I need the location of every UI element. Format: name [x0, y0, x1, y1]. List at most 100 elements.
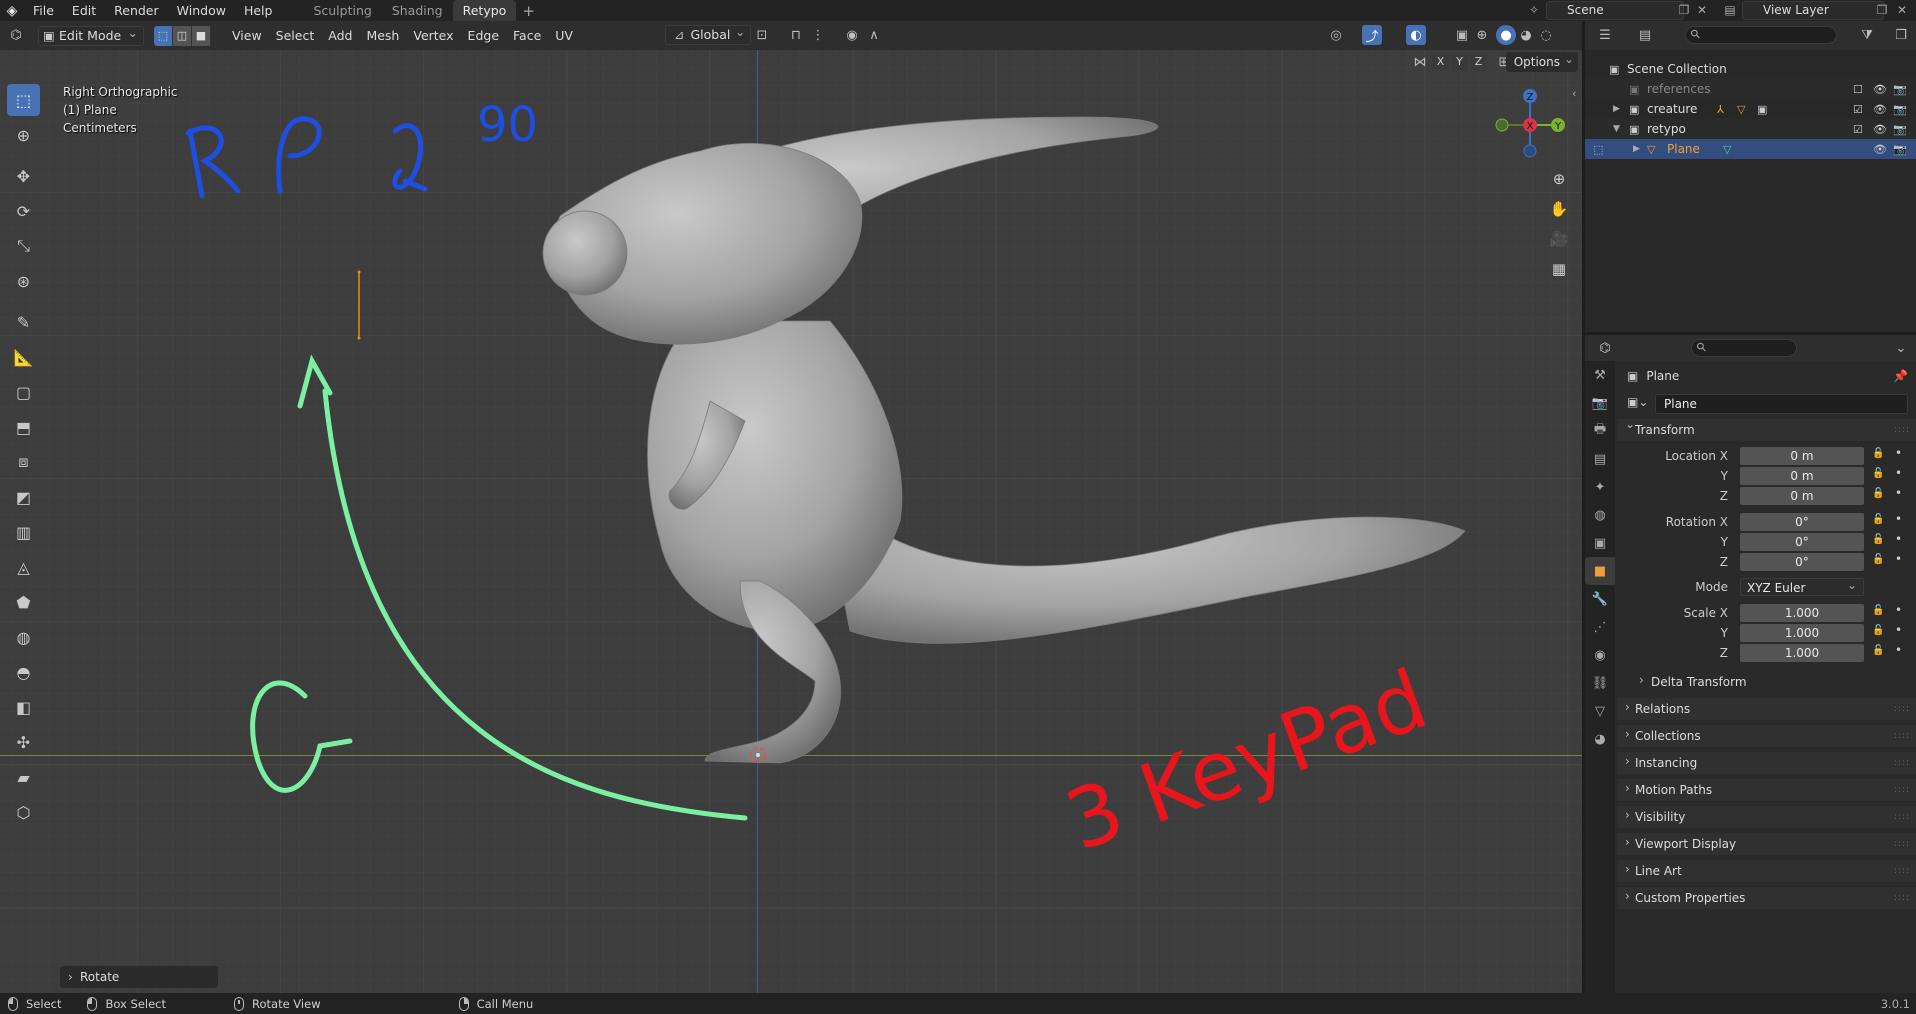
scale-z-field[interactable]: 1.000: [1740, 644, 1864, 662]
material-tab-icon[interactable]: ◕: [1585, 725, 1615, 753]
annotate-tool-icon[interactable]: ✎: [7, 306, 40, 338]
bevel-tool-icon[interactable]: ◩: [7, 481, 40, 513]
menu-vertex[interactable]: Vertex: [406, 26, 460, 46]
axis-z-button[interactable]: Z: [1470, 53, 1487, 71]
outliner-search-input[interactable]: [1685, 26, 1837, 44]
scene-tab-icon[interactable]: ✦: [1585, 473, 1615, 501]
select-box-tool-icon[interactable]: ⬚: [7, 84, 40, 116]
scene-selector[interactable]: Scene: [1546, 1, 1684, 20]
transform-tool-icon[interactable]: ⊛: [7, 265, 40, 297]
menu-window[interactable]: Window: [168, 0, 235, 21]
lock-icon[interactable]: 🔓: [1872, 534, 1884, 545]
lock-icon[interactable]: 🔓: [1872, 448, 1884, 459]
pan-hand-icon[interactable]: ✋: [1546, 196, 1572, 222]
keyframe-dot-icon[interactable]: •: [1895, 446, 1902, 460]
exclude-checkbox[interactable]: ☑: [1853, 103, 1863, 116]
collapse-icon[interactable]: ▼: [1613, 124, 1620, 134]
drag-grip-icon[interactable]: ::::: [1894, 425, 1910, 435]
relations-panel-header[interactable]: Relations::::: [1617, 698, 1916, 720]
mode-selector[interactable]: ▣ Edit Mode: [38, 24, 144, 46]
keyframe-dot-icon[interactable]: •: [1895, 486, 1902, 500]
menu-help[interactable]: Help: [235, 0, 282, 21]
render-camera-icon[interactable]: 📷: [1893, 123, 1907, 136]
mirror-icon[interactable]: ⋈: [1410, 52, 1430, 72]
menu-file[interactable]: File: [24, 0, 63, 21]
keyframe-dot-icon[interactable]: •: [1895, 643, 1902, 657]
render-tab-icon[interactable]: 📷: [1585, 389, 1615, 417]
duplicate-scene-icon[interactable]: ❐: [1676, 3, 1692, 18]
location-x-field[interactable]: 0 m: [1740, 447, 1864, 465]
properties-options-icon[interactable]: ⌄: [1891, 338, 1911, 358]
falloff-icon[interactable]: ∧: [864, 25, 884, 45]
spin-tool-icon[interactable]: ◍: [7, 621, 40, 653]
drag-grip-icon[interactable]: ::::: [1894, 893, 1910, 903]
modifier-tab-icon[interactable]: 🔧: [1585, 585, 1615, 613]
sidebar-toggle-icon[interactable]: ‹: [1572, 87, 1576, 100]
lock-icon[interactable]: 🔓: [1872, 645, 1884, 656]
solid-shading-icon[interactable]: ●: [1496, 25, 1516, 45]
motion-paths-panel-header[interactable]: Motion Paths::::: [1617, 779, 1916, 801]
instancing-panel-header[interactable]: Instancing::::: [1617, 752, 1916, 774]
menu-edit[interactable]: Edit: [63, 0, 105, 21]
add-cube-tool-icon[interactable]: ▢: [7, 376, 40, 408]
add-workspace-button[interactable]: +: [516, 2, 541, 20]
wireframe-shading-icon[interactable]: ⊕: [1472, 25, 1492, 45]
transform-orientation-selector[interactable]: ⊿ Global: [665, 23, 752, 45]
scale-tool-icon[interactable]: ⤡: [7, 230, 40, 262]
outliner-editor-type-icon[interactable]: ☰: [1595, 25, 1615, 45]
pivot-point-icon[interactable]: ⊡: [752, 25, 772, 45]
view-layer-selector[interactable]: View Layer: [1742, 1, 1884, 20]
outliner-row-creature[interactable]: ▶ ▣ creature ⅄ ▽ ▣ ☑ 👁 📷: [1585, 99, 1916, 119]
data-tab-icon[interactable]: ▽: [1585, 697, 1615, 725]
viewport-display-panel-header[interactable]: Viewport Display::::: [1617, 833, 1916, 855]
exclude-checkbox[interactable]: ☐: [1853, 83, 1863, 96]
axis-y-button[interactable]: Y: [1451, 53, 1468, 71]
rotation-z-field[interactable]: 0°: [1740, 553, 1864, 571]
material-shading-icon[interactable]: ◕: [1516, 25, 1536, 45]
snap-target-icon[interactable]: ⋮: [808, 25, 828, 45]
poly-build-tool-icon[interactable]: ⬟: [7, 586, 40, 618]
render-camera-icon[interactable]: 📷: [1893, 143, 1907, 156]
tab-shading[interactable]: Shading: [382, 0, 453, 21]
menu-uv[interactable]: UV: [548, 26, 580, 46]
tab-retypo[interactable]: Retypo: [452, 0, 517, 21]
expand-icon[interactable]: ▶: [1613, 104, 1620, 114]
outliner-row-references[interactable]: ▣ references ☐ 👁 📷: [1585, 79, 1916, 99]
keyframe-dot-icon[interactable]: •: [1895, 603, 1902, 617]
menu-mesh[interactable]: Mesh: [359, 26, 406, 46]
vertex-select-icon[interactable]: ⬚: [154, 25, 173, 46]
blender-logo-icon[interactable]: ◈: [0, 0, 24, 21]
loop-cut-tool-icon[interactable]: ▥: [7, 516, 40, 548]
axis-x-button[interactable]: X: [1432, 53, 1449, 71]
proportional-edit-icon[interactable]: ◉: [842, 25, 862, 45]
3d-viewport[interactable]: 90 3 KeyPad ⌬ ▣ Edit Mode ⬚ ◫ ■ View Sel…: [0, 21, 1582, 993]
xray-toggle-icon[interactable]: ▣: [1452, 25, 1472, 45]
visibility-eye-icon[interactable]: 👁: [1873, 123, 1887, 136]
menu-render[interactable]: Render: [105, 0, 168, 21]
shear-tool-icon[interactable]: ▰: [7, 761, 40, 793]
outliner-scene-collection[interactable]: ▣ Scene Collection: [1585, 59, 1916, 79]
tool-tab-icon[interactable]: ⚒: [1585, 361, 1615, 389]
outliner-row-retypo[interactable]: ▼ ▣ retypo ☑ 👁 📷: [1585, 119, 1916, 139]
rotate-tool-icon[interactable]: ⟳: [7, 195, 40, 227]
world-tab-icon[interactable]: ◍: [1585, 501, 1615, 529]
visibility-eye-icon[interactable]: 👁: [1873, 103, 1887, 116]
scale-y-field[interactable]: 1.000: [1740, 624, 1864, 642]
lock-icon[interactable]: 🔓: [1872, 554, 1884, 565]
expand-icon[interactable]: ▶: [1633, 144, 1640, 154]
collections-panel-header[interactable]: Collections::::: [1617, 725, 1916, 747]
drag-grip-icon[interactable]: ::::: [1894, 785, 1910, 795]
edit-mode-icon[interactable]: ⬚: [1593, 143, 1603, 156]
constraints-tab-icon[interactable]: ⛓: [1585, 669, 1615, 697]
measure-tool-icon[interactable]: 📐: [7, 341, 40, 373]
location-z-field[interactable]: 0 m: [1740, 487, 1864, 505]
menu-edge[interactable]: Edge: [461, 26, 506, 46]
drag-grip-icon[interactable]: ::::: [1894, 839, 1910, 849]
properties-search-input[interactable]: [1691, 339, 1797, 357]
visibility-eye-icon[interactable]: 👁: [1873, 143, 1887, 156]
tab-sculpting[interactable]: Sculpting: [303, 0, 381, 21]
face-select-icon[interactable]: ■: [192, 25, 211, 46]
smooth-tool-icon[interactable]: ◓: [7, 656, 40, 688]
render-camera-icon[interactable]: 📷: [1893, 103, 1907, 116]
snap-toggle-icon[interactable]: ⊓: [786, 25, 806, 45]
